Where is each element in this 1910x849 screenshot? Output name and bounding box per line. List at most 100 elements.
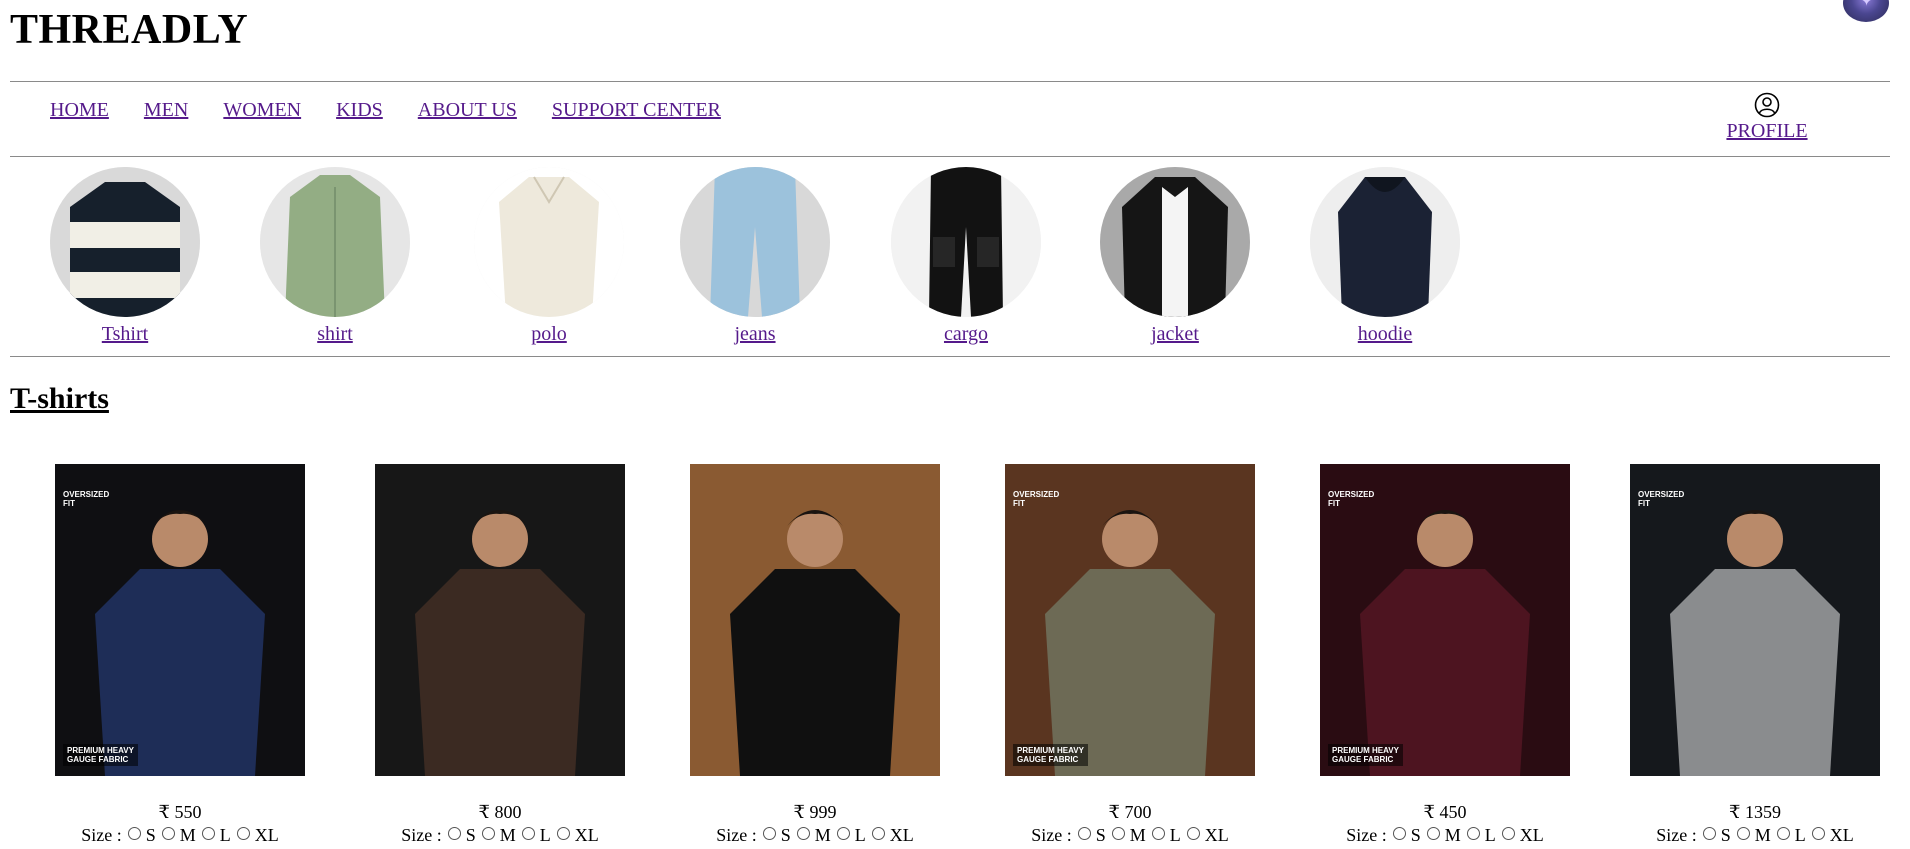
size-label: Size : — [1656, 825, 1697, 845]
profile-link[interactable]: PROFILE — [1712, 92, 1822, 143]
category-label[interactable]: jeans — [734, 323, 775, 345]
nav-support-center[interactable]: SUPPORT CENTER — [552, 99, 721, 122]
size-radio-xl[interactable] — [236, 827, 250, 840]
category-image[interactable] — [1310, 167, 1460, 317]
size-selector: Size : S M L XL — [1320, 825, 1570, 846]
category-jeans[interactable]: jeans — [680, 167, 830, 346]
size-radio-s[interactable] — [447, 827, 461, 840]
product-image[interactable]: OVERSIZED FIT — [1630, 464, 1880, 776]
size-option-label: S — [465, 825, 476, 845]
category-image[interactable] — [260, 167, 410, 317]
size-option-label: M — [1754, 825, 1771, 845]
product-card[interactable]: ₹ 999 Size : S M L XL — [690, 464, 940, 846]
category-tshirt[interactable]: Tshirt — [50, 167, 200, 346]
size-radio-l[interactable] — [521, 827, 535, 840]
size-radio-xl[interactable] — [1501, 827, 1515, 840]
size-option-label: S — [1410, 825, 1421, 845]
size-option-label: M — [499, 825, 516, 845]
size-label: Size : — [1346, 825, 1387, 845]
size-selector: Size : S M L XL — [375, 825, 625, 846]
size-option-label: XL — [889, 825, 914, 845]
category-polo[interactable]: polo — [474, 167, 624, 346]
product-card[interactable]: OVERSIZED FIT PREMIUM HEAVY GAUGE FABRIC… — [1320, 464, 1570, 846]
size-radio-xl[interactable] — [556, 827, 570, 840]
size-option-label: XL — [1519, 825, 1544, 845]
product-tag: OVERSIZED FIT — [1638, 490, 1685, 508]
nav-home[interactable]: HOME — [50, 99, 109, 122]
size-selector: Size : S M L XL — [690, 825, 940, 846]
product-image[interactable]: OVERSIZED FIT PREMIUM HEAVY GAUGE FABRIC — [1320, 464, 1570, 776]
size-radio-s[interactable] — [762, 827, 776, 840]
size-option-label: M — [814, 825, 831, 845]
category-image[interactable] — [474, 167, 624, 317]
section-title: T-shirts — [10, 382, 109, 415]
size-label: Size : — [81, 825, 122, 845]
category-hoodie[interactable]: hoodie — [1310, 167, 1460, 346]
product-image[interactable] — [690, 464, 940, 776]
size-option-label: L — [539, 825, 551, 845]
nav-men[interactable]: MEN — [144, 99, 188, 122]
category-label[interactable]: Tshirt — [102, 323, 148, 345]
category-label[interactable]: polo — [531, 323, 567, 345]
nav-kids[interactable]: KIDS — [336, 99, 383, 122]
size-radio-xl[interactable] — [1811, 827, 1825, 840]
product-card[interactable]: OVERSIZED FIT ₹ 1359 Size : S M L XL — [1630, 464, 1880, 846]
size-option-label: L — [1484, 825, 1496, 845]
product-tag: PREMIUM HEAVY GAUGE FABRIC — [1328, 744, 1403, 766]
nav-about-us[interactable]: ABOUT US — [418, 99, 517, 122]
size-radio-m[interactable] — [1111, 827, 1125, 840]
category-label[interactable]: jacket — [1151, 323, 1199, 345]
category-strip: Tshirt shirt polo jeans cargo jacket hoo… — [0, 167, 1910, 347]
category-image[interactable] — [50, 167, 200, 317]
size-radio-xl[interactable] — [1186, 827, 1200, 840]
category-image[interactable] — [680, 167, 830, 317]
size-radio-l[interactable] — [1776, 827, 1790, 840]
size-radio-l[interactable] — [1466, 827, 1480, 840]
category-image[interactable] — [891, 167, 1041, 317]
size-label: Size : — [716, 825, 757, 845]
profile-label[interactable]: PROFILE — [1726, 120, 1807, 142]
category-label[interactable]: hoodie — [1358, 323, 1412, 345]
size-radio-s[interactable] — [1077, 827, 1091, 840]
size-option-label: L — [1169, 825, 1181, 845]
size-selector: Size : S M L XL — [55, 825, 305, 846]
size-radio-l[interactable] — [1151, 827, 1165, 840]
product-card[interactable]: ₹ 800 Size : S M L XL — [375, 464, 625, 846]
category-cargo[interactable]: cargo — [891, 167, 1041, 346]
size-option-label: S — [145, 825, 156, 845]
product-card[interactable]: OVERSIZED FIT PREMIUM HEAVY GAUGE FABRIC… — [55, 464, 305, 846]
size-option-label: S — [1095, 825, 1106, 845]
category-image[interactable] — [1100, 167, 1250, 317]
size-radio-xl[interactable] — [871, 827, 885, 840]
product-tag: PREMIUM HEAVY GAUGE FABRIC — [1013, 744, 1088, 766]
size-label: Size : — [1031, 825, 1072, 845]
size-radio-l[interactable] — [201, 827, 215, 840]
size-option-label: XL — [1204, 825, 1229, 845]
size-radio-s[interactable] — [1702, 827, 1716, 840]
category-label[interactable]: cargo — [944, 323, 988, 345]
size-radio-m[interactable] — [1736, 827, 1750, 840]
product-card[interactable]: OVERSIZED FIT PREMIUM HEAVY GAUGE FABRIC… — [1005, 464, 1255, 846]
size-radio-s[interactable] — [127, 827, 141, 840]
size-radio-m[interactable] — [161, 827, 175, 840]
size-radio-m[interactable] — [481, 827, 495, 840]
size-radio-m[interactable] — [796, 827, 810, 840]
size-radio-m[interactable] — [1426, 827, 1440, 840]
size-radio-s[interactable] — [1392, 827, 1406, 840]
category-shirt[interactable]: shirt — [260, 167, 410, 346]
category-label[interactable]: shirt — [317, 323, 353, 345]
divider — [10, 156, 1890, 157]
product-price: ₹ 700 — [1108, 802, 1152, 822]
size-option-label: L — [219, 825, 231, 845]
product-image[interactable]: OVERSIZED FIT PREMIUM HEAVY GAUGE FABRIC — [1005, 464, 1255, 776]
size-option-label: XL — [254, 825, 279, 845]
product-tag: PREMIUM HEAVY GAUGE FABRIC — [63, 744, 138, 766]
category-jacket[interactable]: jacket — [1100, 167, 1250, 346]
assistant-orb-icon[interactable] — [1843, 0, 1889, 22]
size-radio-l[interactable] — [836, 827, 850, 840]
nav-women[interactable]: WOMEN — [223, 99, 301, 122]
product-image[interactable]: OVERSIZED FIT PREMIUM HEAVY GAUGE FABRIC — [55, 464, 305, 776]
brand-logo[interactable]: THREADLY — [10, 6, 248, 54]
product-price: ₹ 999 — [793, 802, 837, 822]
product-image[interactable] — [375, 464, 625, 776]
